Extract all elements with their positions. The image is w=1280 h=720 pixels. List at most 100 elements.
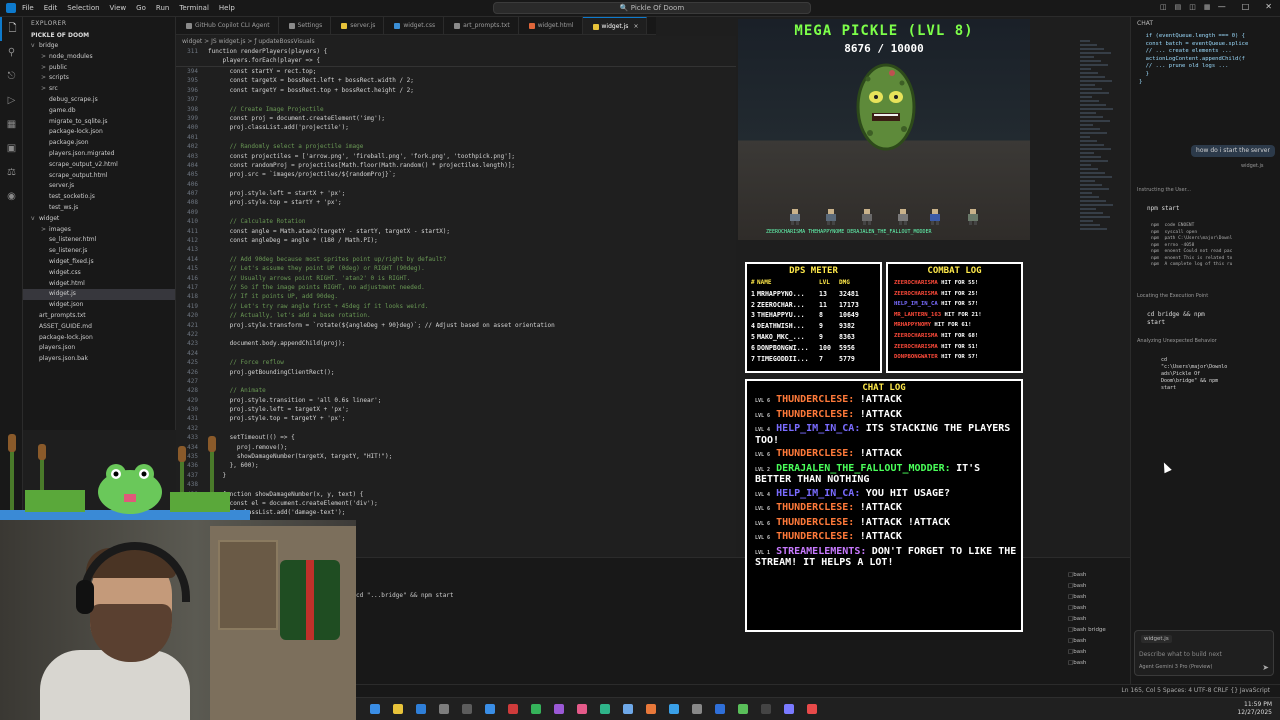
menu-item-go[interactable]: Go <box>136 4 146 12</box>
code-line[interactable]: 428 // Animate <box>176 386 736 395</box>
code-line[interactable]: 438 <box>176 480 736 489</box>
app-icon[interactable] <box>508 704 518 714</box>
command-center-search[interactable]: 🔍 Pickle Of Doom <box>493 2 811 14</box>
tree-item[interactable]: package-lock.json <box>23 333 175 344</box>
code-line[interactable]: 421 proj.style.transform = `rotate(${ang… <box>176 321 736 330</box>
send-icon[interactable]: ➤ <box>1262 663 1269 672</box>
project-root[interactable]: PICKLE OF DOOM <box>23 31 175 41</box>
tab-server-js[interactable]: server.js <box>331 17 385 34</box>
taskbar-clock[interactable]: 11:59 PM 12/27/2025 <box>1237 701 1272 717</box>
code-line[interactable]: 416 // Usually arrows point RIGHT. 'atan… <box>176 274 736 283</box>
code-line[interactable]: 431 proj.style.top = targetY + 'px'; <box>176 414 736 423</box>
menu-item-run[interactable]: Run <box>156 4 169 12</box>
menu-item-edit[interactable]: Edit <box>44 4 58 12</box>
tab-widget-js[interactable]: widget.js × <box>582 17 648 34</box>
tab-widget-css[interactable]: widget.css <box>384 17 445 34</box>
app-icon[interactable] <box>738 704 748 714</box>
tree-item[interactable]: game.db <box>23 106 175 117</box>
terminal-tab[interactable]: bash <box>1068 636 1106 647</box>
vscode-taskbar-icon[interactable] <box>715 704 725 714</box>
tab-github-copilot-cli-agent[interactable]: GitHub Copilot CLI Agent <box>176 17 279 34</box>
thinking-step[interactable]: Instructing the User... <box>1137 187 1191 193</box>
tree-item[interactable]: se_listener.js <box>23 246 175 257</box>
code-line[interactable]: 408 proj.style.top = startY + 'px'; <box>176 198 736 207</box>
maximize-icon[interactable]: □ <box>1242 2 1250 11</box>
code-line[interactable]: 432 <box>176 424 736 433</box>
tree-item[interactable]: > scripts <box>23 73 175 84</box>
model-picker[interactable]: Agent Gemini 3 Pro (Preview) <box>1139 664 1212 670</box>
code-line[interactable]: 409 <box>176 208 736 217</box>
code-line[interactable]: 407 proj.style.left = startX + 'px'; <box>176 189 736 198</box>
thinking-step[interactable]: Analyzing Unexpected Behavior <box>1137 338 1217 344</box>
tree-item[interactable]: widget.json <box>23 300 175 311</box>
tree-item[interactable]: > node_modules <box>23 52 175 63</box>
code-line[interactable]: 396 const targetY = bossRect.top + bossR… <box>176 86 736 95</box>
code-line[interactable]: 422 <box>176 330 736 339</box>
toggle-panel-icon[interactable]: ▤ <box>1175 3 1182 11</box>
terminal-tab[interactable]: bash <box>1068 592 1106 603</box>
edge-icon[interactable] <box>416 704 426 714</box>
tree-item[interactable]: widget.css <box>23 268 175 279</box>
code-line[interactable]: 419 // Let's try raw angle first + 45deg… <box>176 302 736 311</box>
tree-item[interactable]: widget_fixed.js <box>23 257 175 268</box>
code-line[interactable]: 406 <box>176 180 736 189</box>
app-icon[interactable] <box>485 704 495 714</box>
code-line[interactable]: 434 proj.remove(); <box>176 443 736 452</box>
terminal-tab[interactable]: bash bridge <box>1068 625 1106 636</box>
close-tab-icon[interactable]: × <box>633 23 638 30</box>
tree-item[interactable]: > src <box>23 84 175 95</box>
sticky-line[interactable]: 311 function renderPlayers(players) { <box>176 47 736 56</box>
code-line[interactable]: 433 setTimeout(() => { <box>176 433 736 442</box>
app-icon[interactable] <box>600 704 610 714</box>
terminal-tab[interactable]: bash <box>1068 647 1106 658</box>
tree-item[interactable]: > images <box>23 225 175 236</box>
sticky-line[interactable]: players.forEach(player => { <box>176 56 736 65</box>
app-icon[interactable] <box>462 704 472 714</box>
menu-item-file[interactable]: File <box>22 4 34 12</box>
code-line[interactable]: 415 // Let's assume they point UP (0deg)… <box>176 264 736 273</box>
code-line[interactable]: 420 // Actually, let's add a base rotati… <box>176 311 736 320</box>
chat-input-placeholder[interactable]: Describe what to build next <box>1139 651 1222 658</box>
code-line[interactable]: 410 // Calculate Rotation <box>176 217 736 226</box>
code-line[interactable]: 435 showDamageNumber(targetX, targetY, "… <box>176 452 736 461</box>
tree-item[interactable]: test_socketio.js <box>23 192 175 203</box>
extensions-icon[interactable]: ▦ <box>0 113 23 137</box>
customize-layout-icon[interactable]: ▦ <box>1204 3 1211 11</box>
app-icon[interactable] <box>692 704 702 714</box>
app-icon[interactable] <box>577 704 587 714</box>
tree-item[interactable]: v widget <box>23 214 175 225</box>
code-line[interactable]: 394 const startY = rect.top; <box>176 67 736 76</box>
code-line[interactable]: 427 <box>176 377 736 386</box>
tree-item[interactable]: players.json.migrated <box>23 149 175 160</box>
code-line[interactable]: 426 proj.getBoundingClientRect(); <box>176 368 736 377</box>
code-line[interactable]: 424 <box>176 349 736 358</box>
terminal-tab[interactable]: bash <box>1068 581 1106 592</box>
tab-art-prompts-txt[interactable]: art_prompts.txt <box>444 17 519 34</box>
app-icon[interactable] <box>807 704 817 714</box>
breadcrumb[interactable]: widget > JS widget.js > ƒ updateBossVisu… <box>176 36 736 47</box>
code-line[interactable]: 423 document.body.appendChild(proj); <box>176 339 736 348</box>
app-icon[interactable] <box>646 704 656 714</box>
tree-item[interactable]: package.json <box>23 138 175 149</box>
app-icon[interactable] <box>554 704 564 714</box>
menu-item-help[interactable]: Help <box>219 4 235 12</box>
terminal-tab[interactable]: bash <box>1068 603 1106 614</box>
app-icon[interactable] <box>784 704 794 714</box>
tree-item[interactable]: players.json.bak <box>23 354 175 365</box>
app-icon[interactable] <box>669 704 679 714</box>
chat-context-chip[interactable]: widget.js <box>1141 635 1172 643</box>
code-line[interactable]: 411 const angle = Math.atan2(targetY - s… <box>176 227 736 236</box>
code-line[interactable]: 402 // Randomly select a projectile imag… <box>176 142 736 151</box>
status-info[interactable]: Ln 165, Col 5 Spaces: 4 UTF-8 CRLF {} Ja… <box>1121 685 1270 697</box>
run-debug-icon[interactable]: ▷ <box>0 89 23 113</box>
app-icon[interactable] <box>531 704 541 714</box>
code-line[interactable]: 437 } <box>176 471 736 480</box>
close-window-icon[interactable]: ✕ <box>1265 2 1272 11</box>
chat-input-box[interactable]: widget.js Describe what to build next Ag… <box>1134 630 1274 676</box>
tree-item[interactable]: scrape_output.html <box>23 171 175 182</box>
tree-item[interactable]: migrate_to_sqlite.js <box>23 117 175 128</box>
code-line[interactable]: 412 const angleDeg = angle * (180 / Math… <box>176 236 736 245</box>
code-line[interactable]: 397 <box>176 95 736 104</box>
tree-item[interactable]: test_ws.js <box>23 203 175 214</box>
start-icon[interactable] <box>370 704 380 714</box>
